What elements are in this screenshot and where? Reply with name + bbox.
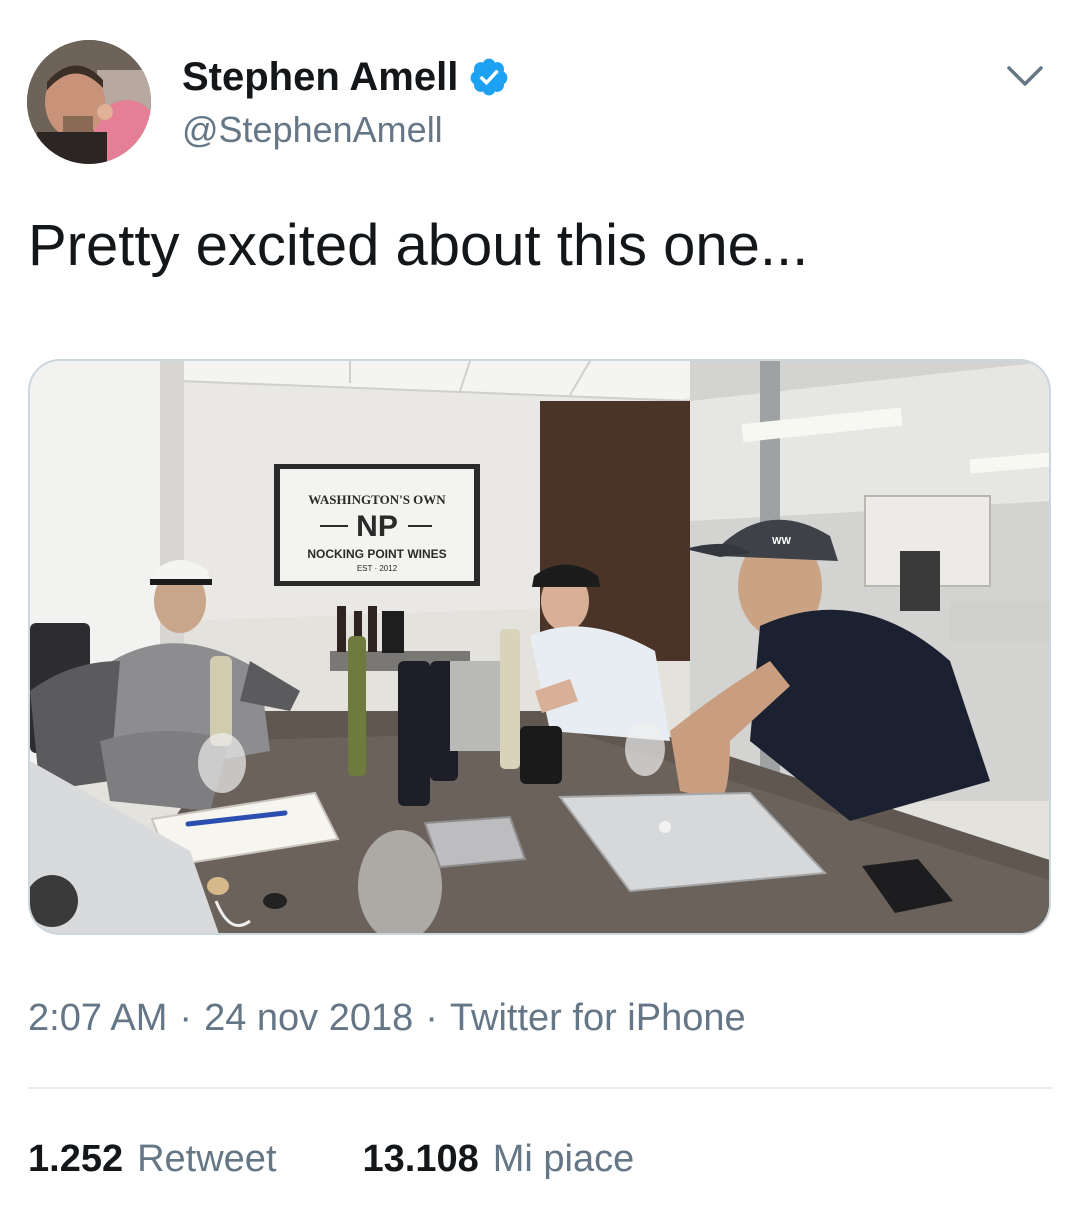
likes-label: Mi piace — [492, 1138, 635, 1180]
likes-stat[interactable]: 13.108 Mi piace — [363, 1134, 635, 1184]
tweet-time[interactable]: 2:07 AM — [28, 994, 167, 1042]
divider — [28, 1087, 1053, 1089]
avatar-photo — [27, 40, 151, 164]
meta-separator: · — [425, 997, 438, 1039]
meta-separator: · — [179, 997, 193, 1039]
tweet-photo[interactable]: WASHINGTON'S OWN NP NOCKING POINT WINES … — [28, 359, 1051, 935]
tweet-meta: 2:07 AM · 24 nov 2018 · Twitter for iPho… — [28, 994, 746, 1042]
screen-est: EST · 2012 — [357, 564, 398, 573]
cap-text: WW — [772, 536, 791, 547]
photo-scene: WASHINGTON'S OWN NP NOCKING POINT WINES … — [30, 361, 1049, 933]
retweets-count: 1.252 — [28, 1138, 124, 1180]
tweet-stats: 1.252 Retweet 13.108 Mi piace — [28, 1134, 720, 1184]
tweet-source[interactable]: Twitter for iPhone — [450, 994, 746, 1042]
tweet-text: Pretty excited about this one... — [28, 213, 809, 278]
retweets-label: Retweet — [137, 1138, 277, 1180]
tweet-date[interactable]: 24 nov 2018 — [204, 994, 413, 1042]
chevron-down-icon[interactable] — [1005, 58, 1045, 92]
screen-logo: NP — [356, 510, 398, 543]
author-name-row[interactable]: Stephen Amell — [182, 54, 510, 100]
author-avatar[interactable] — [27, 40, 151, 164]
screen-brand: NOCKING POINT WINES — [307, 547, 446, 561]
author-handle[interactable]: @StephenAmell — [182, 108, 443, 152]
likes-count: 13.108 — [362, 1138, 479, 1180]
verified-badge-icon — [470, 58, 508, 96]
author-name[interactable]: Stephen Amell — [182, 54, 458, 100]
retweets-stat[interactable]: 1.252 Retweet — [28, 1134, 277, 1184]
screen-arc-text: WASHINGTON'S OWN — [308, 492, 446, 507]
